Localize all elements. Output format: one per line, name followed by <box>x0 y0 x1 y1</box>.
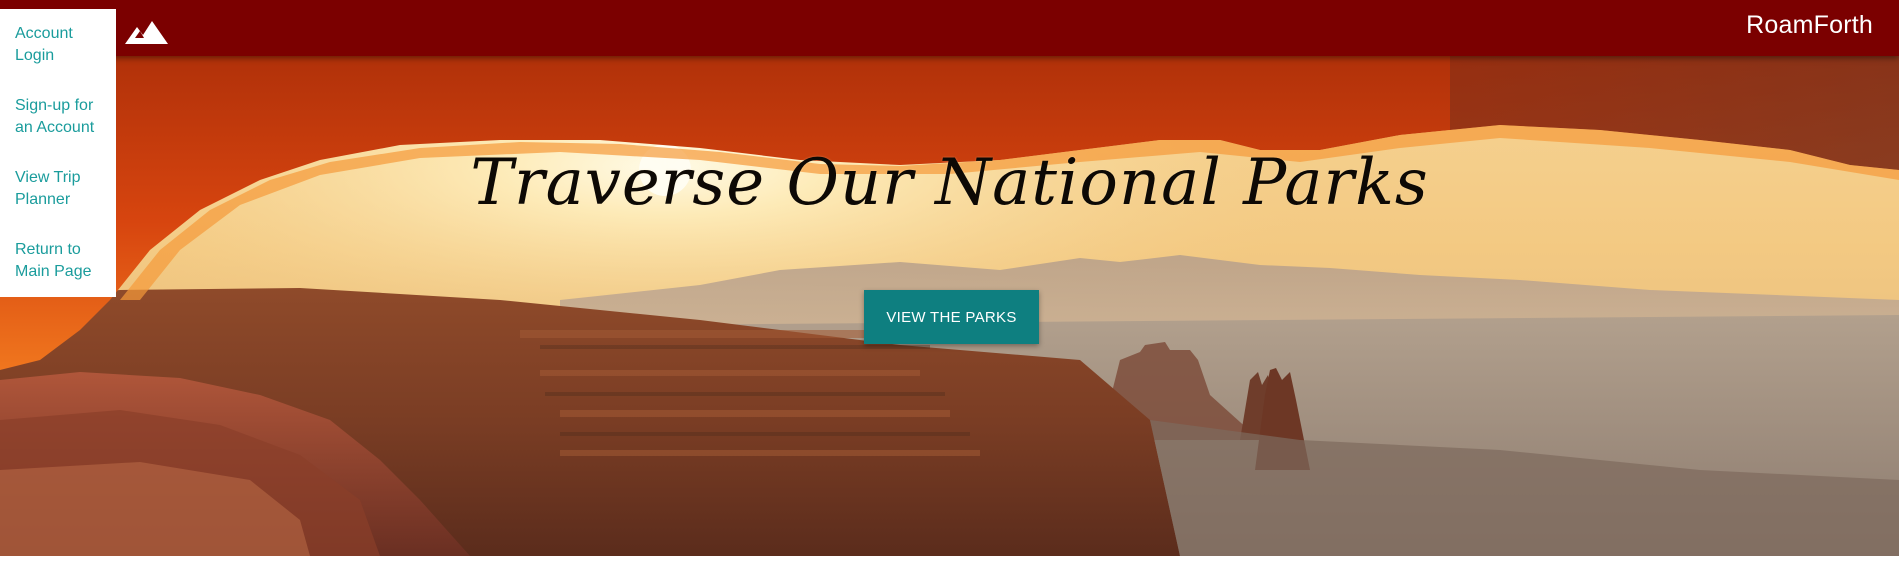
view-the-parks-button[interactable]: VIEW THE PARKS <box>864 290 1039 344</box>
brand-name[interactable]: RoamForth <box>1746 10 1873 40</box>
side-menu: Account Login Sign-up for an Account Vie… <box>0 9 116 297</box>
return-to-main-page-link[interactable]: Return to Main Page <box>0 239 116 283</box>
page: RoamForth Account Login Sign-up for an A… <box>0 0 1899 582</box>
hero-title: Traverse Our National Parks <box>470 146 1429 220</box>
hero-banner <box>0 0 1899 556</box>
view-trip-planner-link[interactable]: View Trip Planner <box>0 167 116 211</box>
top-navbar: RoamForth <box>0 0 1899 56</box>
account-login-link[interactable]: Account Login <box>0 23 116 67</box>
mountain-icon[interactable] <box>125 18 171 46</box>
hero-landscape-image <box>0 0 1899 556</box>
sign-up-link[interactable]: Sign-up for an Account <box>0 95 116 139</box>
